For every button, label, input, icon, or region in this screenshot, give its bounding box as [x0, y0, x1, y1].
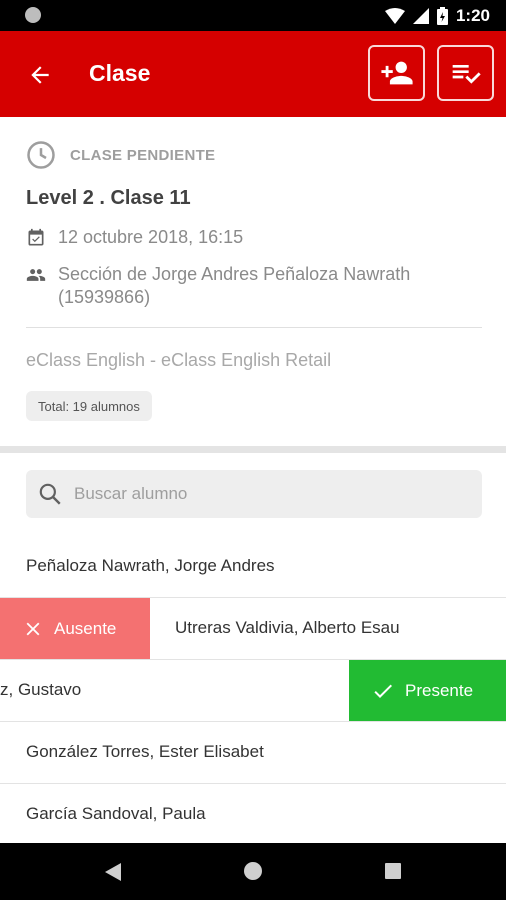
system-nav-bar [0, 843, 506, 900]
student-name: z, Gustavo [0, 680, 82, 699]
wifi-icon [384, 8, 405, 24]
class-date-text: 12 octubre 2018, 16:15 [58, 227, 244, 247]
student-name: Peñaloza Nawrath, Jorge Andres [26, 556, 275, 575]
section-id: (15939866) [58, 287, 151, 307]
class-section-text: Sección de Jorge Andres Peñaloza Nawrath… [58, 263, 410, 309]
nav-recents-icon[interactable] [385, 863, 401, 879]
section-divider [0, 446, 506, 453]
app-bar: Clase [0, 31, 506, 117]
student-name: Utreras Valdivia, Alberto Esau [175, 618, 400, 637]
status-time: 1:20 [455, 6, 490, 25]
people-icon [26, 269, 46, 281]
status-bar: 1:20 [0, 0, 506, 31]
class-status-label: CLASE PENDIENTE [70, 146, 216, 164]
class-title: Level 2 . Clase 11 [26, 187, 191, 209]
class-section: Sección de Jorge Andres Peñaloza Nawrath… [26, 263, 466, 309]
student-row[interactable]: Peñaloza Nawrath, Jorge Andres [0, 536, 506, 598]
search-box[interactable] [26, 470, 482, 518]
close-icon [26, 622, 40, 635]
student-name: González Torres, Ester Elisabet [26, 742, 264, 761]
clock-icon [27, 141, 55, 169]
calendar-check-icon [28, 228, 44, 245]
course-name: eClass English - eClass English Retail [26, 350, 332, 370]
mark-absent-button[interactable]: Ausente [0, 598, 150, 659]
divider [26, 327, 482, 328]
student-row[interactable]: z, Gustavo Presente [0, 660, 506, 722]
playlist-check-icon [452, 65, 481, 84]
student-row[interactable]: Ausente Utreras Valdivia, Alberto Esau [0, 598, 506, 660]
section-line: Sección de Jorge Andres Peñaloza Nawrath [58, 264, 411, 284]
person-add-icon [380, 61, 413, 85]
mark-attendance-button[interactable] [437, 45, 494, 101]
search-input[interactable] [74, 484, 474, 504]
notification-dot-icon [25, 7, 41, 23]
class-info-card: CLASE PENDIENTE Level 2 . Clase 11 12 oc… [0, 117, 506, 446]
class-status: CLASE PENDIENTE [26, 140, 215, 170]
student-name: García Sandoval, Paula [26, 804, 206, 823]
back-button[interactable] [22, 57, 58, 93]
total-students-badge: Total: 19 alumnos [26, 391, 152, 421]
class-date: 12 octubre 2018, 16:15 [26, 227, 243, 248]
add-student-button[interactable] [368, 45, 425, 101]
nav-back-icon[interactable] [104, 862, 122, 882]
battery-icon [436, 7, 448, 25]
arrow-left-icon [31, 66, 49, 84]
present-label: Presente [405, 680, 474, 700]
search-icon [36, 480, 64, 508]
signal-icon [412, 8, 429, 24]
page-title: Clase [89, 60, 151, 86]
student-row[interactable]: García Sandoval, Paula [0, 784, 506, 846]
student-row[interactable]: González Torres, Ester Elisabet [0, 722, 506, 784]
nav-home-icon[interactable] [244, 862, 262, 880]
check-icon [374, 684, 392, 698]
absent-label: Ausente [54, 618, 117, 638]
mark-present-button[interactable]: Presente [349, 660, 506, 721]
status-icons: 1:20 [384, 4, 490, 28]
